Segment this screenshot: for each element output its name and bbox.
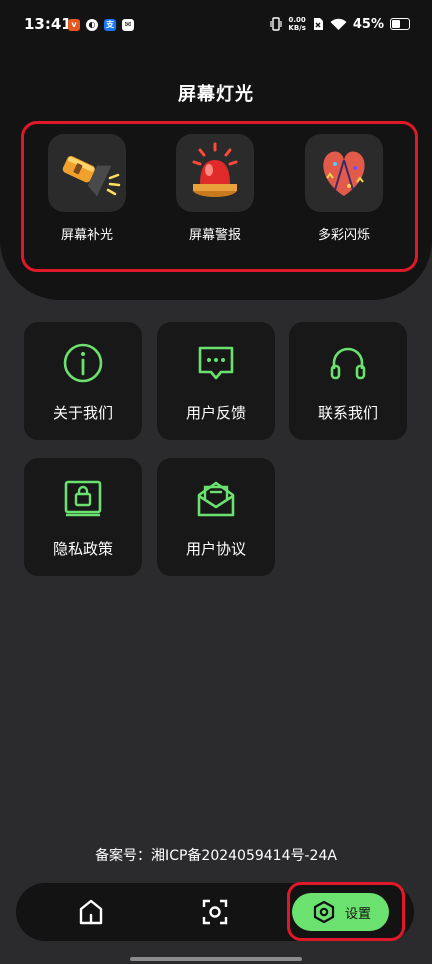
menu-label: 隐私政策 bbox=[52, 540, 113, 558]
net-speed: 0.00 KB/s bbox=[288, 16, 306, 32]
menu-label: 用户协议 bbox=[185, 540, 246, 558]
info-circle-icon bbox=[63, 343, 103, 383]
app-screen: 13:41 v ◐ 支 ✉ 0.00 KB/s 45% 屏幕灯光 屏幕补光 屏幕… bbox=[0, 0, 432, 964]
vibrate-icon bbox=[270, 17, 282, 31]
page-title: 屏幕灯光 bbox=[178, 84, 254, 105]
message-icon: ✉ bbox=[122, 19, 134, 31]
icp-record: 备案号：湘ICP备2024059414号-24A bbox=[95, 848, 337, 864]
menu-label: 联系我们 bbox=[317, 404, 378, 422]
status-time: 13:41 bbox=[24, 15, 72, 33]
wifi-icon bbox=[330, 18, 347, 30]
nav-scan-button[interactable] bbox=[200, 897, 230, 927]
highlight-box-settings bbox=[287, 882, 405, 941]
alipay-icon: 支 bbox=[104, 19, 116, 31]
swirl-app-icon: ◐ bbox=[86, 19, 98, 31]
home-indicator[interactable] bbox=[130, 957, 302, 961]
privacy-lock-icon bbox=[64, 480, 102, 517]
no-sim-icon bbox=[313, 18, 323, 30]
scan-icon bbox=[202, 899, 228, 925]
status-bar: 13:41 v ◐ 支 ✉ 0.00 KB/s 45% bbox=[0, 0, 432, 52]
feedback-bubble-icon bbox=[198, 346, 234, 380]
vivo-app-icon: v bbox=[68, 19, 80, 31]
nav-home-button[interactable] bbox=[76, 897, 106, 927]
highlight-box-features bbox=[21, 121, 418, 272]
home-icon bbox=[79, 899, 103, 925]
menu-about-us[interactable]: 关于我们 bbox=[24, 322, 142, 440]
menu-privacy-policy[interactable]: 隐私政策 bbox=[24, 458, 142, 576]
battery-icon bbox=[390, 18, 410, 30]
agreement-envelope-icon bbox=[197, 481, 235, 517]
menu-user-agreement[interactable]: 用户协议 bbox=[157, 458, 275, 576]
battery-percent: 45% bbox=[352, 16, 384, 32]
status-right: 0.00 KB/s 45% bbox=[270, 14, 410, 34]
headset-icon bbox=[330, 347, 366, 380]
menu-contact-us[interactable]: 联系我们 bbox=[289, 322, 407, 440]
menu-label: 用户反馈 bbox=[185, 404, 246, 422]
menu-user-feedback[interactable]: 用户反馈 bbox=[157, 322, 275, 440]
menu-label: 关于我们 bbox=[52, 404, 113, 422]
header-panel: 屏幕灯光 屏幕补光 屏幕警报 多彩闪烁 bbox=[0, 52, 432, 300]
